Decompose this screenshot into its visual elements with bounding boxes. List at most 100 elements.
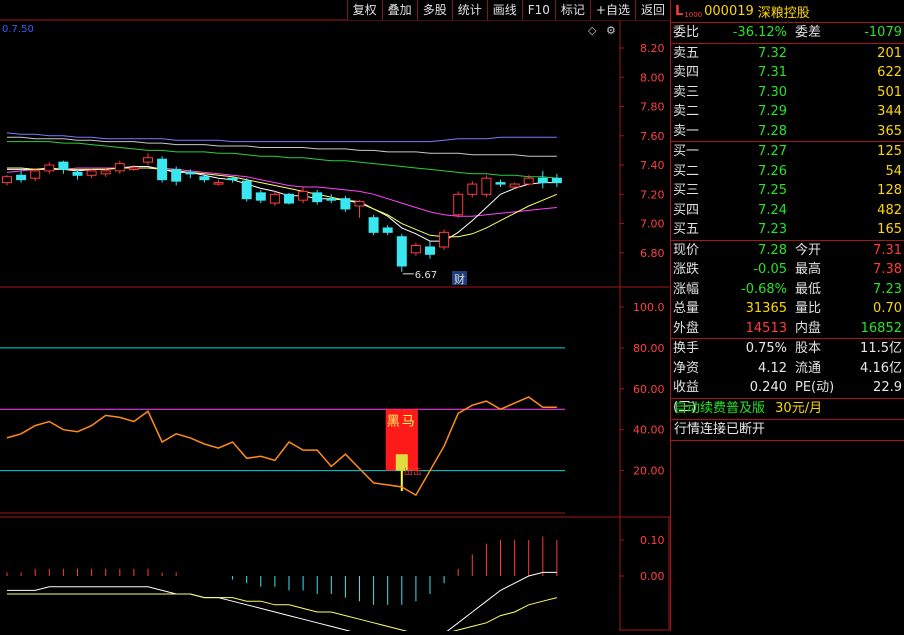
candle-body[interactable] — [312, 192, 323, 203]
promo-text: 自动续费普及版 — [674, 400, 766, 416]
candle-body[interactable] — [439, 231, 450, 248]
candle-body[interactable] — [227, 177, 238, 181]
candle-body[interactable] — [199, 176, 210, 181]
chart-area[interactable]: 0.7.50 ◇ ⚙ 8.20 8.00 7.80 7.60 7.40 7.20 7.00 6.80… — [0, 0, 670, 635]
buy-book: 买一 7.27 125 买二 7.26 54 买三 7.25 128 买四 7.24 482 买五 7.2… — [671, 142, 904, 241]
candle-body[interactable] — [30, 170, 41, 179]
row-label2: 流通 — [795, 360, 822, 376]
add-watchlist-button[interactable]: +自选 — [589, 0, 635, 20]
ma-line-1 — [7, 136, 557, 157]
candle-body[interactable] — [16, 174, 27, 181]
candle-body[interactable] — [58, 161, 69, 170]
candle-body[interactable] — [269, 193, 280, 204]
quote-row: 买四 7.24 482 — [671, 201, 904, 221]
osc-line — [6, 396, 557, 497]
price-axis-label: 6.80 — [640, 247, 665, 260]
row-value1: 7.29 — [758, 104, 787, 119]
connection-status: 行情连接已断开 — [671, 420, 904, 441]
candle-body[interactable] — [100, 170, 111, 175]
candle-body[interactable] — [509, 183, 520, 188]
quote-row: 买五 7.23 165 — [671, 220, 904, 240]
candle-body[interactable] — [354, 201, 365, 207]
candle-body[interactable] — [86, 170, 97, 176]
kline-chart[interactable]: 0.7.50 ◇ ⚙ 8.20 8.00 7.80 7.60 7.40 7.20 7.00 6.80… — [0, 0, 670, 635]
restore-rights-button[interactable]: 复权 — [346, 0, 382, 20]
row-label1: 卖五 — [673, 45, 700, 61]
candle-body[interactable] — [410, 245, 421, 254]
weibi-value: -36.12% — [732, 25, 787, 40]
f10-button[interactable]: F10 — [521, 0, 555, 20]
quote-row: 卖一 7.28 365 — [671, 122, 904, 142]
row-value2: 54 — [885, 163, 902, 179]
candle-body[interactable] — [495, 182, 506, 185]
promo-row[interactable]: 自动续费普及版 30元/月 — [671, 399, 904, 420]
overlay-button[interactable]: 叠加 — [381, 0, 417, 20]
price-axis-label: 8.00 — [640, 71, 665, 84]
candle-body[interactable] — [326, 198, 337, 201]
candle-body[interactable] — [72, 171, 83, 176]
row-label1: 涨幅 — [673, 281, 700, 297]
mark-button[interactable]: 标记 — [554, 0, 590, 20]
candle-body[interactable] — [44, 164, 55, 172]
candle-body[interactable] — [185, 171, 196, 175]
row-label2: 量比 — [795, 301, 822, 316]
row-value2: 0.70 — [873, 301, 902, 316]
candle-body[interactable] — [523, 177, 534, 185]
draw-line-button[interactable]: 画线 — [486, 0, 522, 20]
promo-price: 30元/月 — [775, 400, 823, 416]
candle-body[interactable] — [453, 193, 464, 216]
quote-row: 买二 7.26 54 — [671, 162, 904, 182]
multi-stock-button[interactable]: 多股 — [416, 0, 452, 20]
statistics-button[interactable]: 统计 — [451, 0, 487, 20]
candle-body[interactable] — [368, 217, 379, 233]
row-value1: 7.31 — [758, 65, 787, 80]
row-label1: 总量 — [673, 301, 700, 316]
candle-body[interactable] — [114, 163, 125, 172]
price-axis-label: 7.40 — [640, 159, 665, 172]
row-label1: 买四 — [673, 202, 700, 218]
candle-body[interactable] — [143, 157, 153, 163]
row-label1: 收益(三) — [673, 380, 700, 415]
row-value2: 4.16亿 — [860, 360, 902, 376]
candle-body[interactable] — [241, 180, 252, 200]
stock-code[interactable]: 000019 — [704, 4, 754, 19]
candle-body[interactable] — [382, 227, 393, 233]
candle-body[interactable] — [551, 177, 562, 184]
price-axis-label: 7.20 — [640, 188, 665, 201]
candle-body[interactable] — [340, 198, 351, 210]
stock-name[interactable]: 深粮控股 — [758, 2, 810, 21]
weicha-label: 委差 — [795, 25, 822, 40]
candle-body[interactable] — [213, 182, 224, 185]
row-label1: 卖三 — [673, 84, 700, 100]
candle-body[interactable] — [481, 177, 492, 195]
candle-body[interactable] — [128, 167, 139, 170]
candle-body[interactable] — [255, 192, 266, 201]
row-value1: 7.30 — [758, 84, 787, 100]
candle-body[interactable] — [171, 168, 182, 182]
candle-body[interactable] — [2, 176, 12, 184]
quote-row: 卖五 7.32 201 — [671, 44, 904, 64]
quote-row: 外盘 14513 内盘 16852 — [671, 319, 904, 339]
candle-body[interactable] — [396, 236, 407, 267]
candle-body[interactable] — [425, 246, 435, 255]
candle-body[interactable] — [157, 158, 168, 181]
candle-body[interactable] — [537, 177, 548, 184]
row-value2: 22.9 — [873, 380, 902, 395]
candle-body[interactable] — [298, 190, 309, 201]
candle-body[interactable] — [284, 193, 294, 204]
osc-axis-label: 80.00 — [633, 342, 665, 355]
row-label1: 买一 — [673, 144, 700, 159]
row-value2: 125 — [877, 144, 902, 159]
row-value1: 7.25 — [758, 183, 787, 198]
row-label1: 买五 — [673, 222, 700, 237]
back-button[interactable]: 返回 — [634, 0, 670, 20]
row-value2: 7.31 — [873, 242, 902, 258]
row-label1: 净资 — [673, 360, 700, 376]
candle-body[interactable] — [467, 183, 478, 195]
price-axis-label: 8.20 — [640, 42, 665, 55]
cai-badge: 财 — [454, 272, 465, 286]
quote-row: 总量 31365 量比 0.70 — [671, 299, 904, 319]
quote-row: 涨幅 -0.68% 最低 7.23 — [671, 280, 904, 300]
row-label1: 卖二 — [673, 104, 700, 119]
ma-line-4 — [7, 166, 557, 242]
